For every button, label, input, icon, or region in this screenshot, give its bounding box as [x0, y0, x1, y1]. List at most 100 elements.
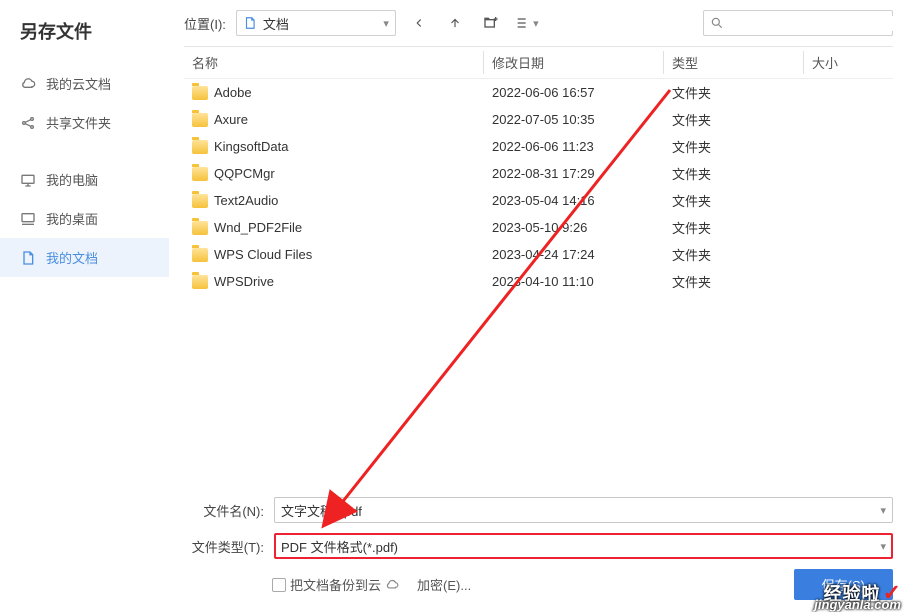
- filename-value: 文字文稿2.pdf: [281, 501, 880, 520]
- file-type: 文件夹: [664, 214, 804, 241]
- folder-icon: [192, 86, 208, 100]
- file-size: [804, 268, 893, 295]
- file-name: Wnd_PDF2File: [214, 220, 302, 235]
- table-row[interactable]: Axure 2022-07-05 10:35文件夹: [184, 106, 893, 133]
- encrypt-button[interactable]: 加密(E)...: [417, 575, 471, 594]
- desktop-icon: [20, 211, 36, 227]
- sidebar-item-label: 我的电脑: [46, 170, 98, 189]
- file-size: [804, 133, 893, 160]
- search-icon: [710, 16, 724, 30]
- sidebar-item-computer[interactable]: 我的电脑: [0, 160, 169, 199]
- file-size: [804, 160, 893, 187]
- file-name: WPSDrive: [214, 274, 274, 289]
- file-type: 文件夹: [664, 241, 804, 268]
- bottom-panel: 文件名(N): 文字文稿2.pdf ▾ 文件类型(T): PDF 文件格式(*.…: [184, 489, 893, 600]
- file-size: [804, 241, 893, 268]
- search-input[interactable]: [724, 16, 900, 31]
- table-row[interactable]: Adobe 2022-06-06 16:57文件夹: [184, 79, 893, 107]
- table-row[interactable]: Text2Audio 2023-05-04 14:16文件夹: [184, 187, 893, 214]
- cloud-icon: [20, 76, 36, 92]
- location-value: 文档: [263, 14, 289, 33]
- filetype-value: PDF 文件格式(*.pdf): [281, 537, 880, 556]
- filename-input[interactable]: 文字文稿2.pdf ▾: [274, 497, 893, 523]
- file-modified: 2023-05-04 14:16: [484, 187, 664, 214]
- file-type: 文件夹: [664, 160, 804, 187]
- search-box[interactable]: [703, 10, 893, 36]
- file-size: [804, 106, 893, 133]
- sidebar-item-cloud-docs[interactable]: 我的云文档: [0, 64, 169, 103]
- location-label: 位置(I):: [184, 14, 226, 33]
- documents-icon: [243, 16, 257, 30]
- filetype-label: 文件类型(T):: [184, 537, 264, 556]
- backup-checkbox[interactable]: 把文档备份到云: [272, 575, 399, 594]
- chevron-down-icon: ▾: [533, 17, 539, 30]
- col-name[interactable]: 名称: [184, 47, 484, 79]
- chevron-down-icon: ▾: [880, 504, 886, 517]
- col-size[interactable]: 大小: [804, 47, 893, 79]
- back-button[interactable]: [406, 10, 432, 36]
- file-type: 文件夹: [664, 106, 804, 133]
- table-row[interactable]: QQPCMgr 2022-08-31 17:29文件夹: [184, 160, 893, 187]
- backup-label: 把文档备份到云: [290, 575, 381, 594]
- sidebar-item-label: 我的文档: [46, 248, 98, 267]
- cloud-icon: [385, 578, 399, 592]
- file-size: [804, 187, 893, 214]
- share-icon: [20, 115, 36, 131]
- col-type[interactable]: 类型: [664, 47, 804, 79]
- file-type: 文件夹: [664, 79, 804, 107]
- file-modified: 2022-06-06 16:57: [484, 79, 664, 107]
- file-name: KingsoftData: [214, 139, 288, 154]
- sidebar-item-label: 我的桌面: [46, 209, 98, 228]
- new-folder-button[interactable]: [478, 10, 504, 36]
- file-type: 文件夹: [664, 133, 804, 160]
- file-name: QQPCMgr: [214, 166, 275, 181]
- folder-icon: [192, 221, 208, 235]
- table-row[interactable]: WPSDrive 2023-04-10 11:10文件夹: [184, 268, 893, 295]
- folder-icon: [192, 140, 208, 154]
- file-type: 文件夹: [664, 268, 804, 295]
- file-name: Axure: [214, 112, 248, 127]
- view-button[interactable]: ▾: [514, 10, 540, 36]
- sidebar-item-desktop[interactable]: 我的桌面: [0, 199, 169, 238]
- file-modified: 2022-06-06 11:23: [484, 133, 664, 160]
- computer-icon: [20, 172, 36, 188]
- documents-icon: [20, 250, 36, 266]
- file-modified: 2023-04-10 11:10: [484, 268, 664, 295]
- file-modified: 2022-07-05 10:35: [484, 106, 664, 133]
- up-button[interactable]: [442, 10, 468, 36]
- sidebar-item-label: 我的云文档: [46, 74, 111, 93]
- table-row[interactable]: WPS Cloud Files 2023-04-24 17:24文件夹: [184, 241, 893, 268]
- file-size: [804, 214, 893, 241]
- folder-icon: [192, 194, 208, 208]
- sidebar-item-documents[interactable]: 我的文档: [0, 238, 169, 277]
- filename-label: 文件名(N):: [184, 501, 264, 520]
- chevron-down-icon: ▾: [880, 540, 886, 553]
- sidebar: 另存文件 我的云文档 共享文件夹 我的电脑 我的桌面 我的文档: [0, 0, 170, 610]
- file-name: WPS Cloud Files: [214, 247, 312, 262]
- folder-icon: [192, 167, 208, 181]
- file-modified: 2022-08-31 17:29: [484, 160, 664, 187]
- folder-icon: [192, 275, 208, 289]
- checkbox-icon: [272, 578, 286, 592]
- chevron-down-icon: ▾: [383, 17, 389, 30]
- file-name: Adobe: [214, 85, 252, 100]
- table-row[interactable]: Wnd_PDF2File 2023-05-10 9:26文件夹: [184, 214, 893, 241]
- folder-icon: [192, 113, 208, 127]
- sidebar-item-label: 共享文件夹: [46, 113, 111, 132]
- table-header-row: 名称 修改日期 类型 大小: [184, 47, 893, 79]
- file-modified: 2023-05-10 9:26: [484, 214, 664, 241]
- file-size: [804, 79, 893, 107]
- folder-icon: [192, 248, 208, 262]
- toolbar: 位置(I): 文档 ▾ ▾: [184, 10, 893, 46]
- table-row[interactable]: KingsoftData 2022-06-06 11:23文件夹: [184, 133, 893, 160]
- file-list: 名称 修改日期 类型 大小 Adobe2022-06-06 16:57文件夹Ax…: [184, 46, 893, 489]
- file-name: Text2Audio: [214, 193, 278, 208]
- location-select[interactable]: 文档 ▾: [236, 10, 396, 36]
- filetype-select[interactable]: PDF 文件格式(*.pdf) ▾: [274, 533, 893, 559]
- col-modified[interactable]: 修改日期: [484, 47, 664, 79]
- sidebar-item-shared[interactable]: 共享文件夹: [0, 103, 169, 142]
- main-panel: 位置(I): 文档 ▾ ▾: [170, 0, 907, 610]
- file-modified: 2023-04-24 17:24: [484, 241, 664, 268]
- dialog-title: 另存文件: [0, 18, 169, 64]
- file-type: 文件夹: [664, 187, 804, 214]
